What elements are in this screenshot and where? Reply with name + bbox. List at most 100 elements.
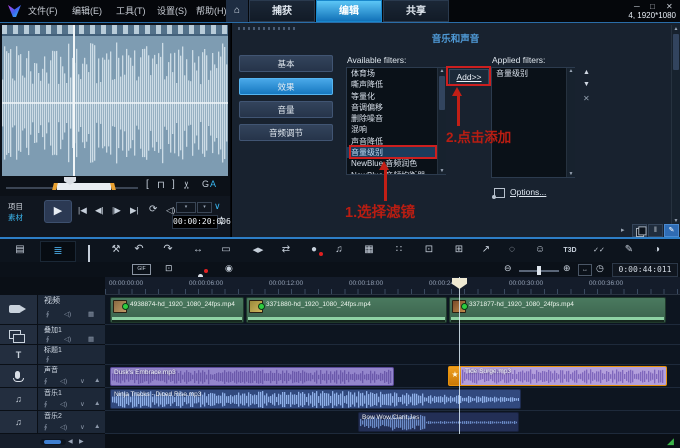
resize-grip-icon[interactable]: ◢ — [667, 436, 674, 447]
link-icon[interactable]: ∮ — [44, 423, 47, 431]
filter-item[interactable]: 等量化 — [347, 91, 445, 102]
options-gear-icon[interactable] — [492, 188, 505, 199]
maximize-icon[interactable]: □ — [650, 2, 655, 11]
clip-music-2[interactable]: Bow Wow,Clarit,Jes — [358, 412, 519, 432]
remove-filter-icon[interactable]: ✕ — [583, 94, 590, 103]
zoom-out-icon[interactable]: ⊖ — [504, 264, 512, 273]
tab-edit[interactable]: 编辑 — [316, 0, 382, 22]
applied-filters-list[interactable]: 音量级别 — [491, 67, 575, 178]
filter-item[interactable]: NewBlue 音频润色 — [347, 158, 445, 169]
filter-item[interactable]: NewBlue 音频均衡器 — [347, 170, 445, 174]
loop-icon[interactable]: ⟳ — [149, 205, 157, 215]
scroll-left-icon[interactable]: ◀ — [68, 438, 73, 445]
clip-mode-label[interactable]: 素材 — [8, 212, 23, 223]
redo-icon[interactable]: ↷ — [160, 244, 176, 255]
timeline-view-icon[interactable]: ≣ — [40, 241, 76, 262]
link-icon[interactable]: ∮ — [46, 310, 49, 318]
fade-icon[interactable]: ∨ — [80, 400, 85, 408]
speaker-icon[interactable]: ◁) — [64, 310, 71, 318]
track-header-video[interactable]: 视频 ∮ ◁) ▦ — [37, 295, 105, 325]
lane-title[interactable] — [105, 345, 680, 365]
clip-voice-1[interactable]: Dusk's Embrace.mp3 — [110, 367, 394, 386]
preview-size-dropdown[interactable]: ▾ — [197, 202, 212, 213]
panel-tab-effect[interactable]: 效果 — [239, 78, 333, 95]
hscrollbar-thumb[interactable] — [44, 440, 61, 444]
scrollbar-thumb[interactable] — [439, 76, 445, 110]
track-icon-music1[interactable]: ♫ — [0, 388, 37, 411]
title-3d-icon[interactable]: T3D — [559, 247, 581, 254]
timeline-ruler[interactable]: 00:00:00:00 00:00:06:00 00:00:12:00 00:0… — [105, 277, 680, 295]
link-icon[interactable]: ∮ — [46, 335, 49, 343]
link-icon[interactable]: ∮ — [44, 400, 47, 408]
fade-icon[interactable]: ∨ — [80, 377, 85, 385]
undo-icon[interactable]: ↶ — [131, 244, 147, 255]
panel-tab-basic[interactable]: 基本 — [239, 55, 333, 72]
scroll-up-icon[interactable]: ▲ — [567, 68, 575, 74]
menu-edit[interactable]: 编辑(E) — [72, 0, 102, 22]
move-filter-up-icon[interactable]: ▲ — [583, 69, 590, 76]
filter-item[interactable]: 删除噪音 — [347, 113, 445, 124]
edit-view-button[interactable]: ✎ — [664, 224, 679, 237]
scrollbar-thumb[interactable] — [673, 34, 679, 70]
split-screen-icon[interactable]: ⊞ — [451, 245, 467, 255]
clip-video-3[interactable]: 3371877-hd_1920_1080_24fps.mp4 — [449, 297, 666, 323]
fit-project-icon[interactable]: ↔ — [190, 245, 206, 255]
applied-filters-scrollbar[interactable]: ▲ ▼ — [566, 68, 575, 177]
mark-out-icon[interactable]: ] — [172, 180, 175, 190]
scroll-right-icon[interactable]: ▶ — [79, 438, 84, 445]
enlarge-icon-a[interactable]: A — [210, 180, 216, 189]
menu-settings[interactable]: 设置(S) — [157, 0, 187, 22]
speaker-icon[interactable]: ◁) — [60, 377, 67, 385]
clip-video-1[interactable]: 4938874-hd_1920_1080_24fps.mp4 — [110, 297, 244, 323]
zoom-slider-thumb[interactable] — [537, 266, 541, 275]
go-end-icon[interactable]: ▶| — [130, 206, 139, 215]
enlarge-icon[interactable]: G — [202, 180, 209, 189]
ducking-icon[interactable]: ▲ — [94, 423, 100, 430]
chevron-down-icon[interactable]: ∨ — [214, 201, 221, 212]
filter-item[interactable]: 体育场 — [347, 68, 445, 79]
track-icon-video[interactable] — [0, 295, 37, 325]
trim-handle-right[interactable] — [110, 183, 116, 190]
fade-icon[interactable]: ∨ — [80, 423, 85, 431]
project-mode-label[interactable]: 项目 — [8, 201, 23, 212]
ducking-icon[interactable]: ▲ — [94, 400, 100, 407]
list-view-button[interactable]: ‖ — [648, 224, 663, 237]
ducking-icon[interactable]: ▲ — [94, 377, 100, 384]
preview-timecode[interactable]: 00:00:20:006 — [172, 215, 231, 229]
pen-edit-icon[interactable]: ✎ — [621, 245, 637, 255]
clip-voice-2-selected[interactable]: ★ Tide Surge.mp3 — [448, 366, 667, 386]
zoom-in-icon[interactable]: ⊕ — [563, 264, 571, 273]
gallery-view-button[interactable] — [632, 224, 647, 237]
filter-item[interactable]: 混响 — [347, 124, 445, 135]
track-header-voice[interactable]: 声音 ∮ ◁) ∨ ▲ — [37, 365, 105, 388]
mask-creator-icon[interactable]: ◌ — [504, 245, 520, 255]
fx-grid-icon[interactable]: ▦ — [88, 335, 94, 343]
painting-creator-icon[interactable]: ▦ — [361, 245, 377, 255]
menu-file[interactable]: 文件(F) — [28, 0, 58, 22]
track-icon-voice[interactable] — [0, 365, 37, 388]
go-start-icon[interactable]: |◀ — [78, 206, 87, 215]
options-button[interactable]: Options... — [510, 187, 546, 197]
play-button[interactable]: ▶ — [44, 200, 72, 223]
speaker-icon[interactable]: ◁) — [60, 423, 67, 431]
split-icon[interactable]: ◀▶ — [248, 247, 268, 254]
scroll-down-icon[interactable]: ▼ — [567, 171, 575, 177]
resize-icon[interactable]: ▭ — [218, 245, 234, 255]
blur-effect-icon[interactable]: ∷ — [391, 245, 407, 255]
scroll-down-icon[interactable]: ▼ — [438, 168, 446, 174]
motion-tracking-icon[interactable]: ↗ — [478, 245, 494, 255]
link-icon[interactable]: ∮ — [46, 355, 49, 363]
clock-icon[interactable]: ◷ — [596, 264, 604, 273]
lane-overlay[interactable] — [105, 325, 680, 345]
speaker-icon[interactable]: ◁) — [60, 400, 67, 408]
tab-capture[interactable]: 捕获 — [249, 0, 315, 22]
menu-help[interactable]: 帮助(H) — [196, 0, 227, 22]
minimize-icon[interactable]: ─ — [634, 2, 640, 11]
playback-quality-dropdown[interactable]: ▾ — [176, 202, 196, 213]
step-forward-icon[interactable]: |▶ — [112, 206, 121, 215]
face-effect-icon[interactable]: ☺ — [532, 245, 548, 255]
move-filter-down-icon[interactable]: ▼ — [583, 81, 590, 88]
gif-creator-icon[interactable]: GIF — [132, 264, 151, 275]
volume-icon[interactable]: ◁) — [166, 206, 175, 215]
subtitle-editor-icon[interactable]: ⊡ — [421, 245, 437, 255]
